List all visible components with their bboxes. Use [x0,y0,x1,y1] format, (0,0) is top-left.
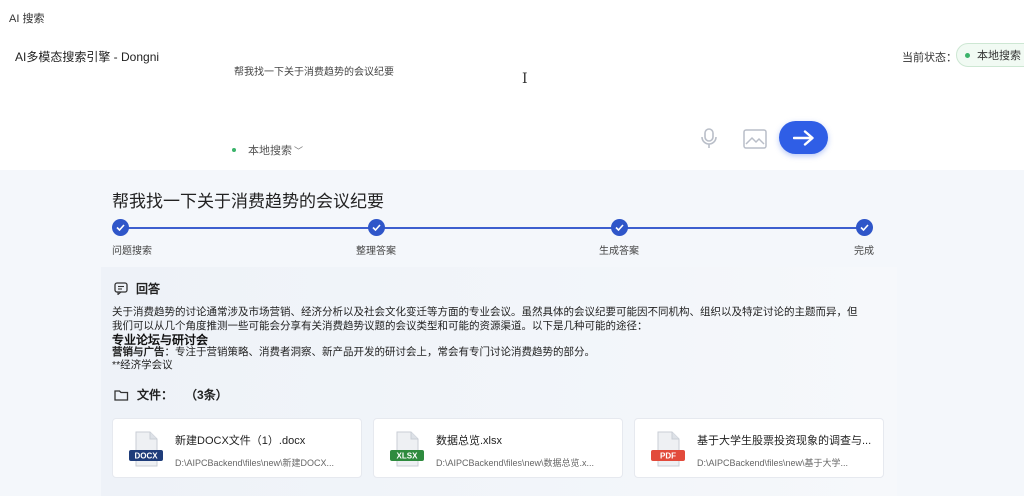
result-title: 帮我找一下关于消费趋势的会议纪要 [112,192,384,211]
file-path-pdf: D:\AIPCBackend\files\new\基于大学... [697,458,849,468]
docx-type-label: DOCX [134,452,158,461]
status-label: 当前状态： [902,52,957,64]
chevron-down-icon: ﹀ [294,145,304,156]
step-3-check-icon [611,219,628,236]
file-path-xlsx: D:\AIPCBackend\files\new\数据总览.x... [436,458,595,468]
search-input[interactable]: 帮我找一下关于消费趋势的会议纪要 [234,63,394,78]
step-2-label: 整理答案 [356,246,396,257]
step-1-check-icon [112,219,129,236]
file-name-xlsx: 数据总览.xlsx [436,435,502,447]
file-card-xlsx[interactable]: XLSX 数据总览.xlsx D:\AIPCBackend\files\new\… [373,418,623,478]
docx-file-icon: DOCX [129,431,163,467]
status-dot-icon [965,52,970,58]
arrow-right-icon [792,129,814,146]
files-header: 文件： （3条） [114,386,228,403]
image-upload-icon[interactable] [743,129,767,149]
title-bar: AI 搜索 [0,0,1024,34]
send-button[interactable] [779,121,828,154]
answer-header-label: 回答 [136,282,161,296]
xlsx-type-label: XLSX [397,452,419,461]
files-header-label: 文件： [137,388,174,402]
answer-item-1-text: ：专注于营销策略、消费者洞察、新产品开发的研讨会上，常会有专门讨论消费趋势的部分… [164,346,596,358]
search-mode-dropdown[interactable]: 本地搜索 ﹀ [232,142,303,158]
answer-intro-line-1: 关于消费趋势的讨论通常涉及市场营销、经济分析以及社会文化变迁等方面的专业会议。虽… [112,306,858,318]
answer-header: 回答 [114,280,160,297]
files-count: （3条） [185,388,228,402]
step-3-label: 生成答案 [599,246,639,257]
progress-line [121,227,865,229]
answer-item-2: **经济学会议 [112,359,173,371]
search-mode-label: 本地搜索 [248,145,292,157]
file-path-docx: D:\AIPCBackend\files\new\新建DOCX... [175,458,335,468]
pdf-type-label: PDF [660,452,676,461]
folder-icon [114,389,129,401]
step-2-check-icon [368,219,385,236]
engine-name: AI多模态搜索引擎 - Dongni [15,50,160,64]
file-card-docx[interactable]: DOCX 新建DOCX文件（1）.docx D:\AIPCBackend\fil… [112,418,362,478]
search-panel: AI多模态搜索引擎 - Dongni 当前状态： 本地搜索 帮我找一下关于消费趋… [0,34,1024,170]
text-cursor-icon: I [522,71,528,87]
answer-item-1-label: 营销与广告 [112,346,165,358]
microphone-icon[interactable] [698,127,720,149]
file-card-pdf[interactable]: PDF 基于大学生股票投资现象的调查与... D:\AIPCBackend\fi… [634,418,884,478]
chat-bubble-icon [114,282,128,295]
answer-intro-line-2: 我们可以从几个角度推测一些可能会分享有关消费趋势议题的会议类型和可能的资源渠道。… [112,320,648,332]
step-1-label: 问题搜索 [112,246,152,257]
status-badge[interactable]: 本地搜索 [956,43,1024,67]
mode-dot-icon [232,148,236,152]
file-name-docx: 新建DOCX文件（1）.docx [175,435,306,447]
xlsx-file-icon: XLSX [390,431,424,467]
pdf-file-icon: PDF [651,431,685,467]
step-4-check-icon [856,219,873,236]
step-4-label: 完成 [854,246,874,257]
file-name-pdf: 基于大学生股票投资现象的调查与... [697,435,872,447]
status-value: 本地搜索 [977,50,1021,62]
app-title: AI 搜索 [9,13,45,25]
